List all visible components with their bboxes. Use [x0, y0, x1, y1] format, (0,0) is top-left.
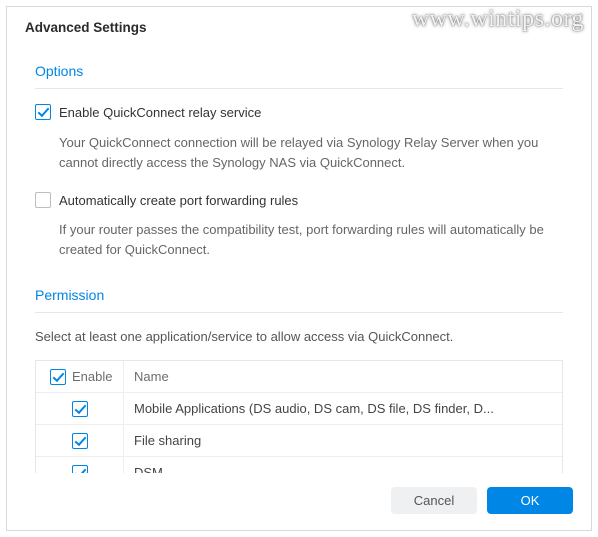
cancel-button[interactable]: Cancel [391, 487, 477, 514]
auto-portfw-checkbox[interactable] [35, 192, 51, 208]
enable-column-header[interactable]: Enable [36, 361, 124, 392]
dialog-content: Options Enable QuickConnect relay servic… [7, 45, 591, 473]
auto-portfw-desc: If your router passes the compatibility … [59, 220, 563, 260]
row-checkbox[interactable] [72, 401, 88, 417]
table-row[interactable]: Mobile Applications (DS audio, DS cam, D… [36, 393, 562, 425]
auto-portfw-row[interactable]: Automatically create port forwarding rul… [35, 191, 563, 211]
permission-intro: Select at least one application/service … [35, 327, 563, 347]
enable-relay-checkbox[interactable] [35, 104, 51, 120]
ok-button[interactable]: OK [487, 487, 573, 514]
permission-section-header: Permission [35, 279, 563, 313]
permission-table-header: Enable Name [36, 361, 562, 393]
name-column-header: Name [124, 367, 562, 387]
row-checkbox[interactable] [72, 433, 88, 449]
row-enable-cell[interactable] [36, 457, 124, 473]
enable-all-checkbox[interactable] [50, 369, 66, 385]
row-checkbox[interactable] [72, 465, 88, 473]
row-enable-cell[interactable] [36, 393, 124, 424]
dialog-footer: Cancel OK [7, 473, 591, 530]
options-section-header: Options [35, 55, 563, 89]
row-name-cell: File sharing [124, 431, 562, 451]
table-row[interactable]: File sharing [36, 425, 562, 457]
row-enable-cell[interactable] [36, 425, 124, 456]
permission-table: Enable Name Mobile Applications (DS audi… [35, 360, 563, 473]
auto-portfw-label: Automatically create port forwarding rul… [59, 191, 298, 211]
enable-column-label: Enable [72, 367, 112, 387]
row-name-cell: Mobile Applications (DS audio, DS cam, D… [124, 399, 562, 419]
table-row[interactable]: DSM [36, 457, 562, 473]
enable-relay-row[interactable]: Enable QuickConnect relay service [35, 103, 563, 123]
row-name-cell: DSM [124, 463, 562, 473]
enable-relay-desc: Your QuickConnect connection will be rel… [59, 133, 563, 173]
dialog-window: Advanced Settings Options Enable QuickCo… [6, 6, 592, 531]
enable-relay-label: Enable QuickConnect relay service [59, 103, 261, 123]
window-title: Advanced Settings [7, 7, 591, 45]
